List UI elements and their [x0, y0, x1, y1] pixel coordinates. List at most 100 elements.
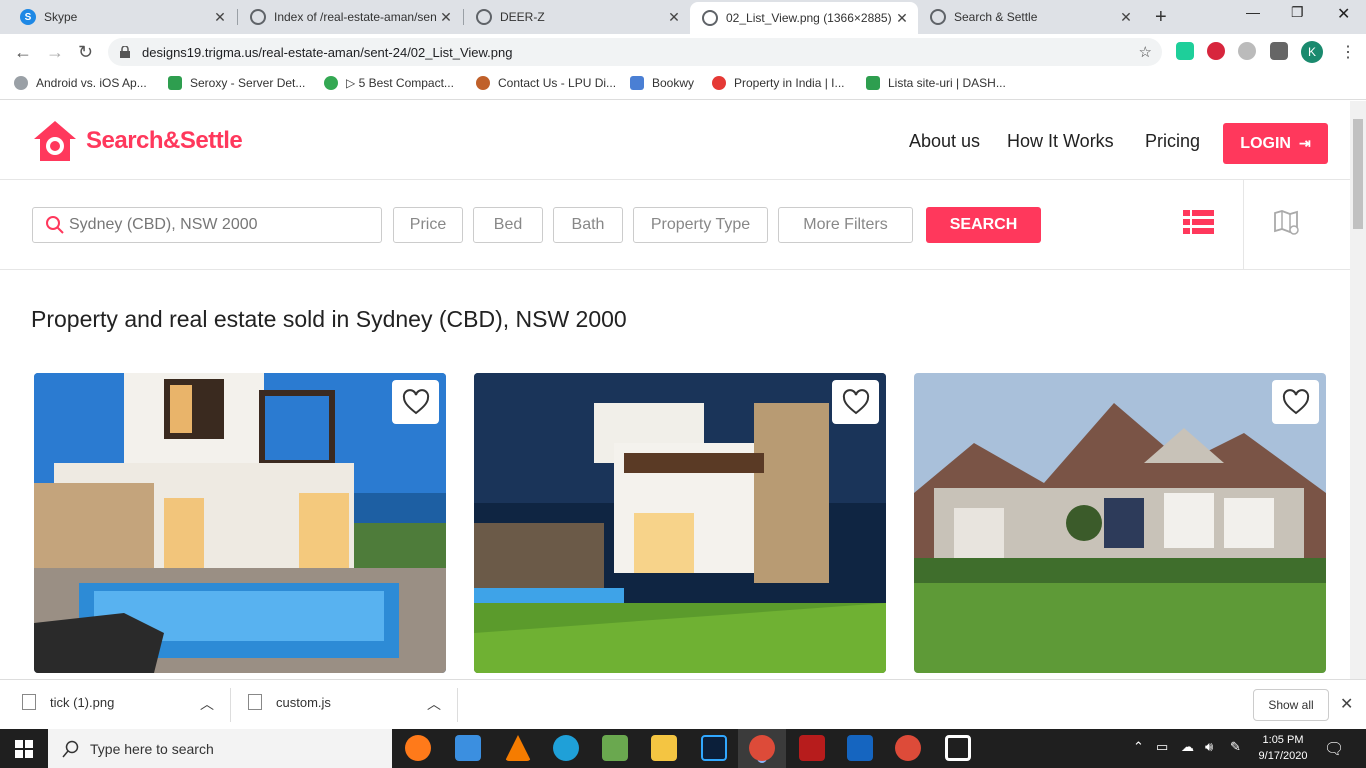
filter-bar: Sydney (CBD), NSW 2000 Price Bed Bath Pr…	[0, 180, 1350, 270]
tray-chevron-icon[interactable]: ⌃	[1133, 739, 1144, 755]
system-clock[interactable]: 1:05 PM 9/17/2020	[1248, 732, 1318, 764]
tab-deer-z[interactable]: DEER-Z ✕	[464, 4, 690, 30]
chrome-icon[interactable]	[749, 735, 775, 761]
tab-label: DEER-Z	[500, 10, 545, 24]
back-icon[interactable]: ←	[14, 42, 32, 63]
scrollbar-thumb[interactable]	[1353, 119, 1363, 229]
filter-bath[interactable]: Bath	[553, 207, 623, 243]
address-bar[interactable]: designs19.trigma.us/real-estate-aman/sen…	[108, 38, 1162, 66]
download-filename: tick (1).png	[50, 694, 115, 710]
bookmark-label: Property in India | I...	[734, 76, 845, 90]
close-window-icon[interactable]: ✕	[1337, 4, 1350, 24]
reload-icon[interactable]: ↻	[78, 42, 93, 63]
filter-more[interactable]: More Filters	[778, 207, 913, 243]
close-tab-icon[interactable]: ✕	[666, 9, 682, 26]
file-explorer-icon[interactable]	[651, 735, 677, 761]
maximize-icon[interactable]: ❐	[1291, 4, 1304, 21]
page-title: Property and real estate sold in Sydney …	[31, 306, 627, 332]
search-button[interactable]: SEARCH	[926, 207, 1041, 243]
property-photo	[474, 373, 886, 673]
file-icon	[248, 694, 262, 710]
favorite-button[interactable]	[832, 380, 879, 424]
globe-icon	[250, 9, 266, 25]
download-item[interactable]: tick (1).png	[22, 694, 114, 710]
minimize-icon[interactable]: —	[1246, 4, 1260, 20]
menu-icon[interactable]: ⋮	[1340, 42, 1356, 62]
close-tab-icon[interactable]: ✕	[894, 10, 910, 27]
bookmark-item[interactable]: Contact Us - LPU Di...	[476, 76, 616, 90]
cloud-icon[interactable]: ☁	[1181, 739, 1194, 755]
login-icon: ⇥	[1298, 135, 1311, 151]
heart-icon	[402, 389, 429, 415]
photoshop-icon[interactable]	[701, 735, 727, 761]
taskbar-search-placeholder: Type here to search	[90, 740, 214, 757]
clock-time: 1:05 PM	[1262, 734, 1304, 746]
vlc-icon[interactable]	[505, 735, 531, 761]
edge-icon[interactable]	[553, 735, 579, 761]
bookmarks-bar: Android vs. iOS Ap... Seroxy - Server De…	[0, 70, 1366, 100]
filter-property-type[interactable]: Property Type	[633, 207, 768, 243]
screen: S Skype ✕ Index of /real-estate-aman/sen…	[0, 0, 1366, 768]
tab-search-settle[interactable]: Search & Settle ✕	[918, 4, 1142, 30]
filezilla-icon[interactable]	[799, 735, 825, 761]
listing-card[interactable]	[34, 373, 446, 673]
extension-icon[interactable]	[1238, 42, 1256, 60]
notepad-icon[interactable]	[602, 735, 628, 761]
bookmark-item[interactable]: Property in India | I...	[712, 76, 845, 90]
nav-pricing[interactable]: Pricing	[1145, 131, 1200, 152]
extension-icon[interactable]	[1176, 42, 1194, 60]
listing-card[interactable]	[914, 373, 1326, 673]
bookmark-item[interactable]: Bookwy	[630, 76, 694, 90]
extensions-puzzle-icon[interactable]	[1270, 42, 1288, 60]
close-tab-icon[interactable]: ✕	[438, 9, 454, 26]
taskbar-search-box[interactable]: Type here to search	[48, 729, 392, 768]
nav-how-it-works[interactable]: How It Works	[1007, 131, 1114, 152]
close-downloads-icon[interactable]: ✕	[1340, 694, 1353, 714]
filter-bed[interactable]: Bed	[473, 207, 543, 243]
new-tab-icon[interactable]: +	[1155, 6, 1167, 29]
nav-about-us[interactable]: About us	[909, 131, 980, 152]
app-icon[interactable]	[847, 735, 873, 761]
chevron-up-icon[interactable]: ︿	[427, 694, 441, 714]
tab-skype[interactable]: S Skype ✕	[8, 4, 236, 30]
download-item[interactable]: custom.js	[248, 694, 331, 710]
brand-name: Search&Settle	[86, 127, 243, 154]
show-all-button[interactable]: Show all	[1253, 689, 1329, 721]
bookmark-item[interactable]: ▷ 5 Best Compact...	[324, 76, 454, 90]
forward-icon[interactable]: →	[46, 42, 64, 63]
map-view-icon[interactable]	[1273, 210, 1301, 236]
page-scrollbar[interactable]	[1350, 101, 1366, 679]
favorite-button[interactable]	[1272, 380, 1319, 424]
close-tab-icon[interactable]: ✕	[1118, 9, 1134, 26]
bookmark-star-icon[interactable]: ☆	[1139, 43, 1152, 61]
globe-icon	[476, 9, 492, 25]
adblock-icon[interactable]	[1207, 42, 1225, 60]
filter-price[interactable]: Price	[393, 207, 463, 243]
close-tab-icon[interactable]: ✕	[212, 9, 228, 26]
profile-avatar[interactable]: K	[1301, 41, 1323, 63]
lock-icon	[120, 46, 130, 58]
divider	[457, 688, 458, 722]
chrome-icon[interactable]	[895, 735, 921, 761]
bookmark-item[interactable]: Lista site-uri | DASH...	[866, 76, 1006, 90]
list-view-icon[interactable]	[1183, 210, 1214, 235]
listing-card[interactable]	[474, 373, 886, 673]
bookmark-item[interactable]: Seroxy - Server Det...	[168, 76, 305, 90]
tab-index[interactable]: Index of /real-estate-aman/sen ✕	[238, 4, 462, 30]
tab-list-view[interactable]: 02_List_View.png (1366×2885) ✕	[690, 2, 918, 34]
site-logo[interactable]: Search&Settle	[32, 119, 243, 163]
language-icon[interactable]: ✎	[1230, 739, 1241, 755]
windows-start-button[interactable]	[0, 729, 48, 768]
firefox-icon[interactable]	[405, 735, 431, 761]
volume-icon[interactable]: 🔊︎	[1205, 739, 1213, 755]
notification-icon[interactable]: 🗨︎	[1324, 739, 1344, 759]
app-icon[interactable]	[945, 735, 971, 761]
bookmark-item[interactable]: Android vs. iOS Ap...	[14, 76, 147, 90]
network-icon[interactable]: ▭	[1156, 739, 1168, 755]
login-button[interactable]: LOGIN ⇥	[1223, 123, 1328, 164]
location-search-input[interactable]: Sydney (CBD), NSW 2000	[32, 207, 382, 243]
mail-icon[interactable]	[455, 735, 481, 761]
favorite-button[interactable]	[392, 380, 439, 424]
bookmark-label: Seroxy - Server Det...	[190, 76, 306, 90]
chevron-up-icon[interactable]: ︿	[200, 694, 214, 714]
